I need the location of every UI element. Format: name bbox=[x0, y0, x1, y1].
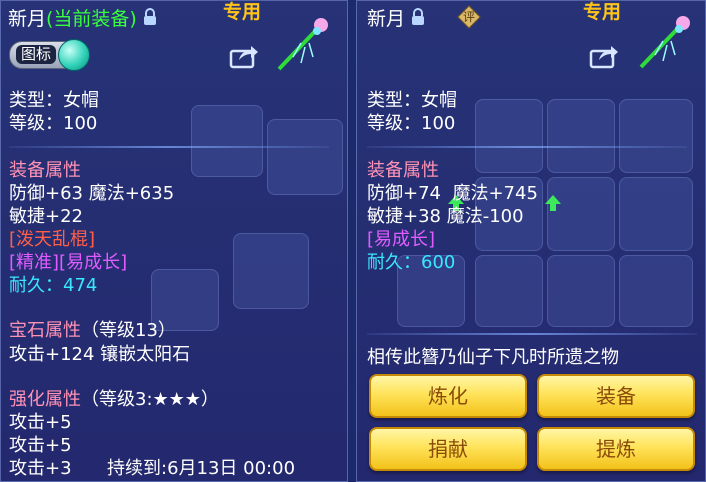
level-line: 等级：100 bbox=[367, 113, 456, 134]
background-slot bbox=[475, 99, 543, 173]
left-item-panel: 新月(当前装备) 专用 图标 类型：女帽 等级：100 装备属性 防御+63 魔… bbox=[0, 0, 348, 482]
item-title: 新月 bbox=[367, 4, 425, 31]
background-slot bbox=[619, 177, 693, 251]
attr-line-2: 敏捷+22 bbox=[9, 206, 83, 227]
donate-button[interactable]: 捐献 bbox=[369, 427, 527, 471]
enhance-section: 强化属性（等级3:★★★） bbox=[9, 388, 219, 411]
durability: 耐久：600 bbox=[367, 251, 455, 274]
hairpin-item-icon bbox=[271, 13, 333, 79]
share-icon[interactable] bbox=[589, 43, 619, 73]
enhance-line-1: 攻击+5 bbox=[9, 412, 72, 433]
toggle-switch[interactable] bbox=[58, 39, 90, 71]
divider bbox=[9, 146, 329, 148]
right-item-panel: 新月 评 专用 类型：女帽 等级：100 装备属性 防御+74 魔法+745 敏… bbox=[356, 0, 706, 482]
equip-button[interactable]: 装备 bbox=[537, 374, 695, 418]
durability-value: 600 bbox=[421, 252, 456, 273]
durability-label: 耐久： bbox=[9, 275, 63, 296]
type-line: 类型：女帽 bbox=[367, 90, 457, 111]
lock-icon[interactable] bbox=[411, 8, 425, 31]
icon-toggle[interactable]: 图标 bbox=[9, 39, 90, 71]
attr-title: 装备属性 bbox=[9, 160, 81, 181]
background-slot bbox=[191, 105, 263, 177]
background-slot bbox=[547, 177, 615, 251]
background-slot bbox=[619, 255, 693, 327]
special-skills: [精准][易成长] bbox=[9, 252, 128, 273]
share-icon[interactable] bbox=[229, 43, 259, 73]
appraise-badge[interactable]: 评 bbox=[457, 5, 481, 29]
divider bbox=[367, 333, 697, 335]
exclusive-label: 专用 bbox=[583, 1, 622, 23]
enhance-duration: 持续到:6月13日 00:00 bbox=[107, 458, 296, 479]
special-skills: [易成长] bbox=[367, 229, 436, 250]
background-slot bbox=[233, 233, 309, 309]
background-slot bbox=[619, 99, 693, 173]
lock-icon[interactable] bbox=[143, 8, 157, 31]
gem-section: 宝石属性（等级13） bbox=[9, 319, 176, 342]
durability-value: 474 bbox=[63, 275, 98, 296]
type-line: 类型：女帽 bbox=[9, 90, 99, 111]
divider bbox=[367, 146, 687, 148]
attr-title: 装备属性 bbox=[367, 160, 439, 181]
special-effect: [泼天乱棍] bbox=[9, 229, 96, 250]
extract-button[interactable]: 提炼 bbox=[537, 427, 695, 471]
enhance-line-3: 攻击+3 bbox=[9, 458, 72, 479]
exclusive-label: 专用 bbox=[223, 1, 262, 23]
attr-line-1: 防御+74 魔法+745 bbox=[367, 182, 561, 211]
refine-button[interactable]: 炼化 bbox=[369, 374, 527, 418]
appraise-badge-label: 评 bbox=[463, 10, 476, 24]
background-slot bbox=[547, 255, 615, 327]
attr-defense: 防御+74 bbox=[367, 183, 441, 204]
attr-line-1: 防御+63 魔法+635 bbox=[9, 183, 175, 204]
durability: 耐久：474 bbox=[9, 274, 97, 297]
enhance-title: 强化属性 bbox=[9, 389, 81, 410]
durability-label: 耐久： bbox=[367, 252, 421, 273]
item-title: 新月(当前装备) bbox=[8, 4, 157, 31]
background-slot bbox=[475, 255, 543, 327]
level-line: 等级：100 bbox=[9, 113, 98, 134]
background-slot bbox=[547, 99, 615, 173]
gem-level: （等级13） bbox=[81, 320, 176, 341]
enhance-level: （等级3:★★★） bbox=[81, 389, 219, 410]
background-slot bbox=[267, 119, 343, 195]
hairpin-item-icon bbox=[633, 11, 695, 77]
enhance-line-2: 攻击+5 bbox=[9, 435, 72, 456]
gem-line: 攻击+124 镶嵌太阳石 bbox=[9, 344, 191, 365]
toggle-label: 图标 bbox=[16, 45, 57, 64]
item-description: 相传此簪乃仙子下凡时所遗之物 bbox=[367, 347, 619, 368]
attr-magic: 魔法+745 bbox=[452, 183, 538, 204]
gem-title: 宝石属性 bbox=[9, 320, 81, 341]
attr-line-2: 敏捷+38 魔法-100 bbox=[367, 206, 524, 227]
